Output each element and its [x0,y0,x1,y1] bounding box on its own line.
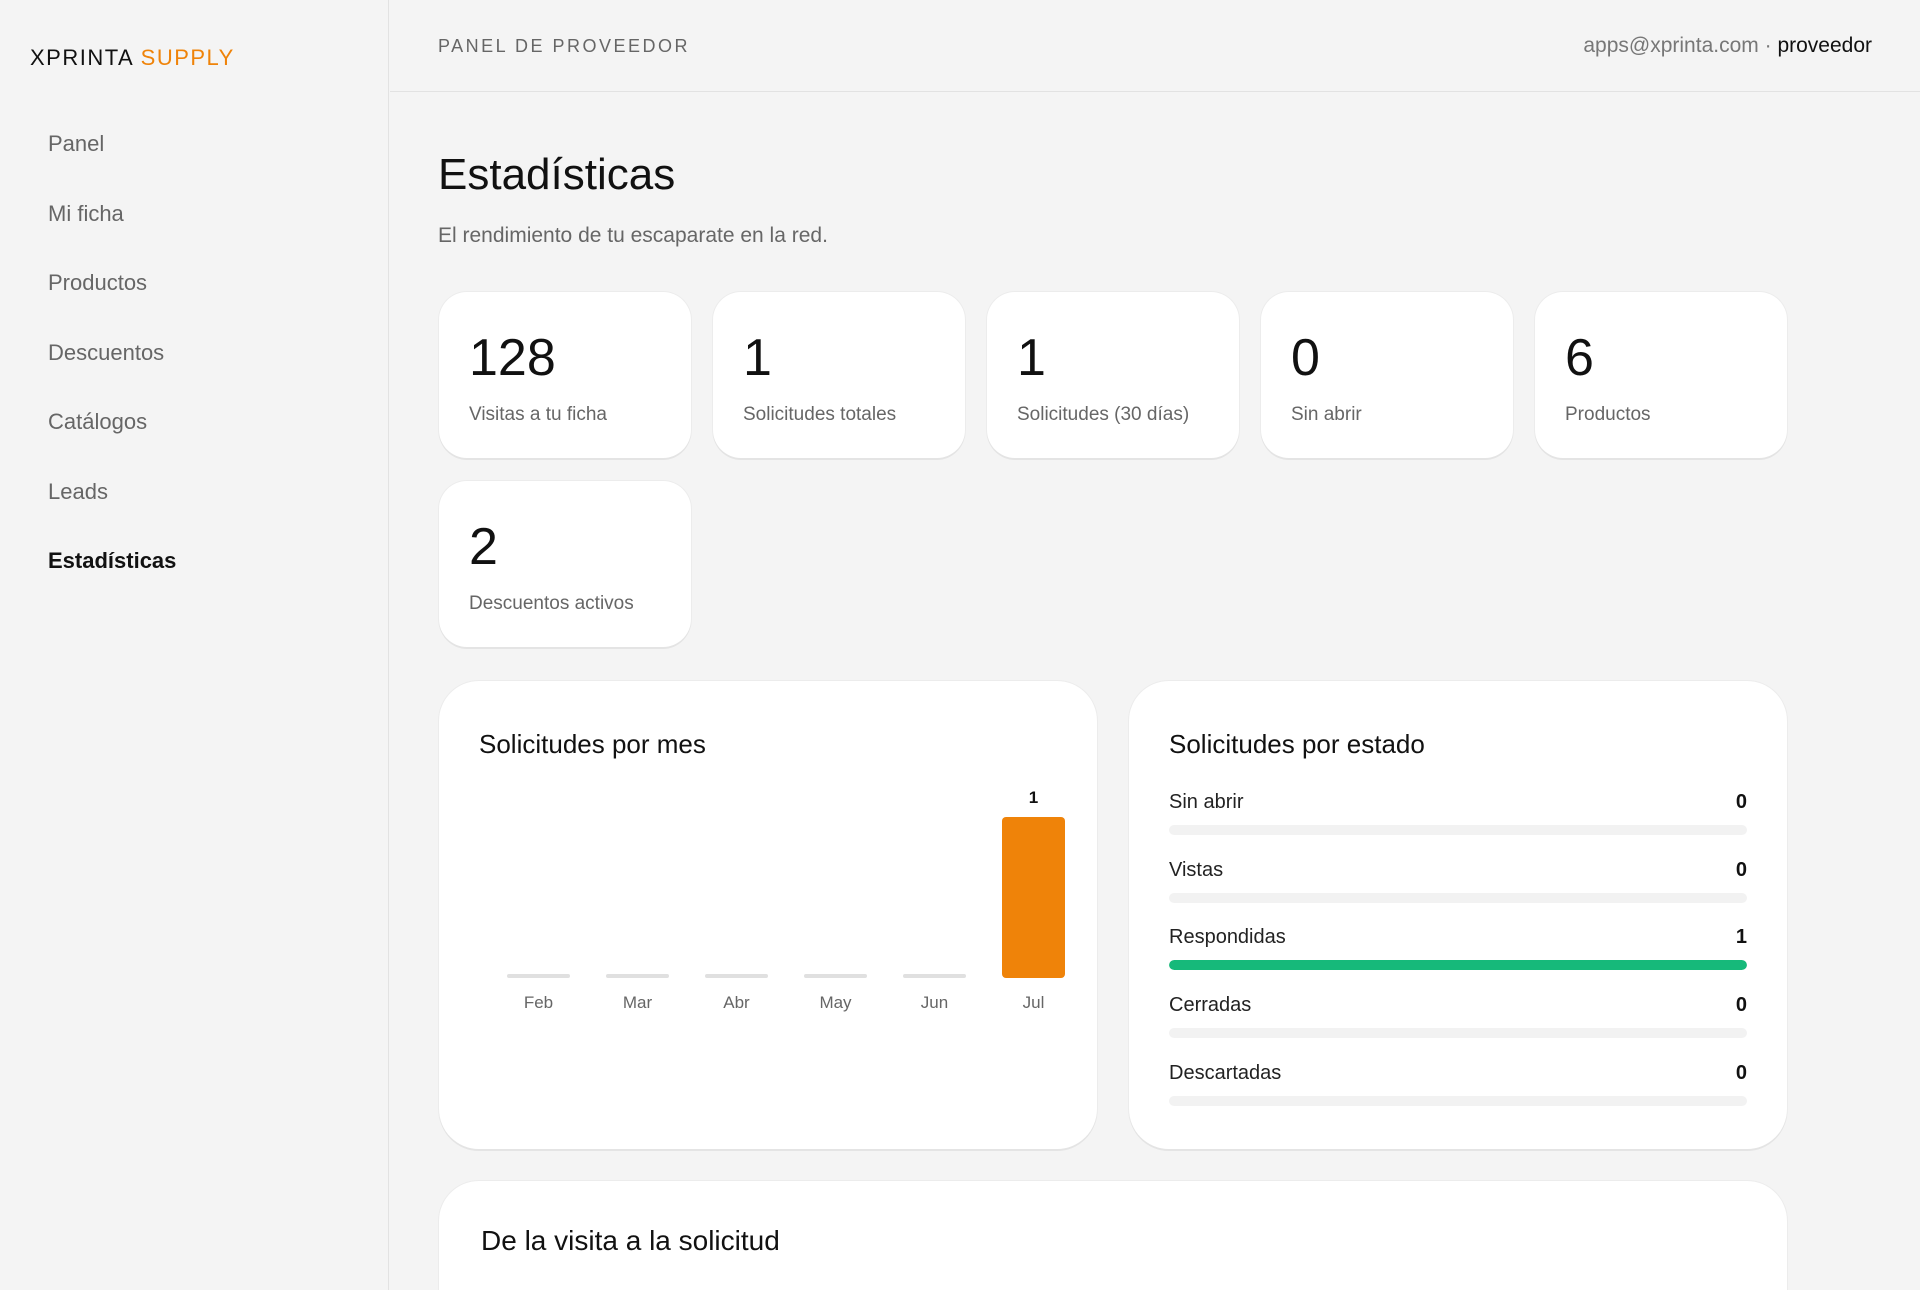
sidebar-item-leads[interactable]: Leads [48,474,176,544]
chart-tick-label: Abr [723,993,750,1012]
stat-card-productos: 6 Productos [1535,292,1787,458]
stat-value: 6 [1565,329,1594,387]
sidebar-item-catalogos[interactable]: Catálogos [48,404,176,474]
status-label: Cerradas [1169,994,1252,1016]
chart-tick-label: May [819,993,852,1012]
status-label: Sin abrir [1169,791,1244,813]
user-separator: · [1758,34,1778,57]
chart-tick-label: Jun [921,993,948,1012]
brand-accent: SUPPLY [140,45,235,70]
status-bar-track [1169,1096,1747,1106]
stat-value: 128 [469,329,556,387]
chart-bar-feb [507,974,570,978]
top-bar: PANEL DE PROVEEDOR apps@xprinta.com · pr… [390,0,1920,92]
sidebar-nav: Panel Mi ficha Productos Descuentos Catá… [48,126,176,613]
chart-bar-may [804,974,867,978]
status-count: 0 [1735,1062,1747,1084]
stat-value: 2 [469,518,498,576]
status-row-vistas: Vistas 0 [1169,859,1747,903]
stat-value: 1 [1017,329,1046,387]
stat-card-descuentos-activos: 2 Descuentos activos [439,481,691,647]
sidebar-item-descuentos[interactable]: Descuentos [48,335,176,405]
status-row-respondidas: Respondidas 1 [1169,926,1747,970]
stat-card-solicitudes-30-dias: 1 Solicitudes (30 días) [987,292,1239,458]
chart-bar-jun [903,974,966,978]
user-email: apps@xprinta.com [1583,34,1759,57]
chart-bar-abr [705,974,768,978]
panel-title: De la visita a la solicitud [481,1225,780,1256]
user-role: proveedor [1777,34,1872,57]
status-label: Descartadas [1169,1062,1282,1084]
monthly-requests-panel: Solicitudes por mes Feb Mar Abr May Jun 1 Jul [439,681,1097,1149]
stat-value: 1 [743,329,772,387]
stat-card-solicitudes-totales: 1 Solicitudes totales [713,292,965,458]
status-count: 1 [1735,926,1747,948]
page-title: Estadísticas [438,150,676,199]
sidebar-item-mi-ficha[interactable]: Mi ficha [48,196,176,266]
brand-logo[interactable]: XPRINTA SUPPLY [30,45,235,71]
chart-data-label: 1 [1029,788,1038,807]
chart-tick-label: Mar [623,993,653,1012]
chart-tick-label: Feb [524,993,553,1012]
stat-label: Descuentos activos [469,593,634,614]
chart-bar-jul [1002,817,1065,978]
stat-card-sin-abrir: 0 Sin abrir [1261,292,1513,458]
status-label: Vistas [1169,859,1224,881]
sidebar-item-panel[interactable]: Panel [48,126,176,196]
status-count: 0 [1735,791,1747,813]
stat-label: Sin abrir [1291,404,1362,425]
status-count: 0 [1735,994,1747,1016]
status-bar-fill [1169,960,1747,970]
page-subtitle: El rendimiento de tu escaparate en la re… [438,224,828,247]
status-count: 0 [1735,859,1747,881]
monthly-requests-chart: Feb Mar Abr May Jun 1 Jul [507,788,1065,1012]
stat-label: Productos [1565,404,1651,425]
panel-title: Solicitudes por estado [1169,729,1425,759]
status-bar-track [1169,825,1747,835]
chart-tick-label: Jul [1023,993,1045,1012]
stat-label: Solicitudes (30 días) [1017,404,1190,425]
sidebar-item-productos[interactable]: Productos [48,265,176,335]
status-bar-track [1169,893,1747,903]
brand-name: XPRINTA [30,45,134,70]
stat-label: Visitas a tu ficha [469,404,608,425]
stat-value: 0 [1291,329,1320,387]
status-row-sin-abrir: Sin abrir 0 [1169,791,1747,835]
sidebar-item-estadisticas[interactable]: Estadísticas [48,543,176,613]
stat-card-visitas: 128 Visitas a tu ficha [439,292,691,458]
user-info[interactable]: apps@xprinta.com · proveedor [1583,34,1872,58]
section-title: PANEL DE PROVEEDOR [438,36,691,56]
stat-label: Solicitudes totales [743,404,897,425]
status-row-cerradas: Cerradas 0 [1169,994,1747,1038]
status-row-descartadas: Descartadas 0 [1169,1062,1747,1106]
chart-bar-mar [606,974,669,978]
sidebar: XPRINTA SUPPLY Panel Mi ficha Productos … [0,0,389,1290]
status-bar-track [1169,1028,1747,1038]
status-bar-track [1169,960,1747,970]
visit-to-request-panel: De la visita a la solicitud [439,1181,1787,1290]
status-label: Respondidas [1169,926,1286,948]
status-requests-panel: Solicitudes por estado Sin abrir 0 Vista… [1129,681,1787,1149]
